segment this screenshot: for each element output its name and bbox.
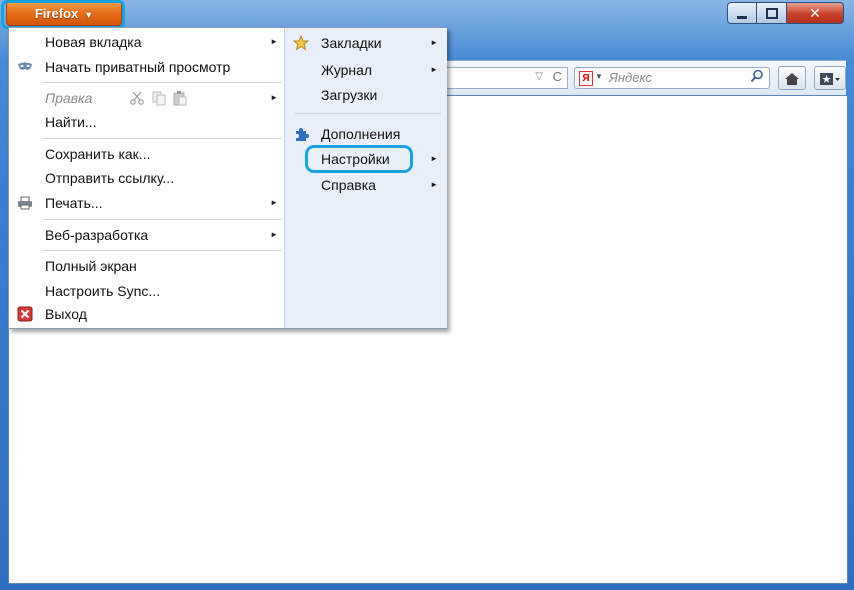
search-bar[interactable]: Я ▼ Яндекс <box>574 67 770 89</box>
menu-item-addons[interactable]: Дополнения <box>285 123 447 145</box>
menu-item-history[interactable]: Журнал ► <box>285 59 447 81</box>
menu-separator <box>43 219 282 220</box>
private-browsing-mask-icon <box>17 59 33 75</box>
menu-item-bookmarks[interactable]: Закладки ► <box>285 32 447 54</box>
menu-item-new-tab[interactable]: Новая вкладка ► <box>9 31 284 53</box>
submenu-arrow-icon: ► <box>270 37 278 46</box>
submenu-arrow-icon: ► <box>430 180 438 189</box>
menu-item-label: Новая вкладка <box>45 34 142 50</box>
menu-item-label: Отправить ссылку... <box>45 170 175 186</box>
window-controls: ✕ <box>727 2 847 24</box>
menu-item-full-screen[interactable]: Полный экран <box>9 255 284 277</box>
firefox-button-highlight-annotation <box>1 0 125 29</box>
menu-item-exit[interactable]: Выход <box>9 303 284 325</box>
exit-icon <box>17 306 33 322</box>
menu-item-label: Настроить Sync... <box>45 283 161 299</box>
menu-item-label: Справка <box>321 177 376 193</box>
close-icon: ✕ <box>809 5 821 21</box>
menu-item-print[interactable]: Печать... ► <box>9 192 284 214</box>
menu-item-label: Дополнения <box>321 126 401 142</box>
menu-item-private-browsing[interactable]: Начать приватный просмотр <box>9 56 284 78</box>
submenu-arrow-icon: ► <box>270 230 278 239</box>
search-placeholder: Яндекс <box>609 70 652 85</box>
menu-item-label: Сохранить как... <box>45 146 151 162</box>
home-button[interactable] <box>778 66 806 90</box>
menu-item-downloads[interactable]: Загрузки <box>285 84 447 106</box>
submenu-arrow-icon: ► <box>430 38 438 47</box>
menu-item-web-developer[interactable]: Веб-разработка ► <box>9 224 284 246</box>
menu-separator <box>43 250 282 251</box>
menu-item-edit[interactable]: Правка ► <box>9 87 284 109</box>
menu-item-setup-sync[interactable]: Настроить Sync... <box>9 280 284 302</box>
submenu-arrow-icon: ► <box>430 65 438 74</box>
app-menu-right-column: Закладки ► Журнал ► Загрузки Дополнения … <box>284 28 447 328</box>
close-button[interactable]: ✕ <box>786 2 844 24</box>
menu-item-label: Журнал <box>321 62 373 78</box>
bookmarks-button[interactable] <box>814 66 846 90</box>
submenu-arrow-icon: ► <box>430 154 438 163</box>
home-icon <box>784 70 800 86</box>
menu-item-send-link[interactable]: Отправить ссылку... <box>9 167 284 189</box>
menu-separator <box>43 82 282 83</box>
url-dropdown-icon[interactable]: ▽ <box>535 71 543 82</box>
menu-item-label: Печать... <box>45 195 103 211</box>
firefox-app-menu: Новая вкладка ► Начать приватный просмот… <box>8 27 447 329</box>
star-icon <box>292 34 310 51</box>
settings-highlight-annotation <box>305 145 413 173</box>
submenu-arrow-icon: ► <box>270 198 278 207</box>
printer-icon <box>17 195 33 211</box>
paste-icon <box>172 90 188 112</box>
cut-icon <box>129 90 145 112</box>
copy-icon <box>151 90 167 112</box>
menu-item-save-as[interactable]: Сохранить как... <box>9 143 284 165</box>
menu-item-label: Загрузки <box>321 87 378 103</box>
search-magnifier-icon[interactable] <box>750 69 764 86</box>
menu-item-label: Закладки <box>321 35 382 51</box>
submenu-arrow-icon: ► <box>270 93 278 102</box>
menu-item-find[interactable]: Найти... <box>9 111 284 133</box>
url-bar[interactable]: ▽ C <box>438 67 568 89</box>
menu-item-help[interactable]: Справка ► <box>285 174 447 196</box>
menu-item-label: Правка <box>45 90 93 106</box>
search-engine-dropdown-icon[interactable]: ▼ <box>595 72 603 81</box>
menu-item-label: Найти... <box>45 114 97 130</box>
reload-icon[interactable]: C <box>553 69 562 84</box>
menu-separator <box>295 113 441 114</box>
minimize-button[interactable] <box>727 2 757 24</box>
puzzle-piece-icon <box>293 126 309 142</box>
maximize-button[interactable] <box>756 2 787 24</box>
yandex-logo-icon[interactable]: Я <box>579 71 593 86</box>
menu-item-label: Веб-разработка <box>45 227 149 243</box>
app-menu-left-column: Новая вкладка ► Начать приватный просмот… <box>9 28 284 328</box>
menu-item-label: Выход <box>45 306 87 322</box>
menu-item-label: Начать приватный просмотр <box>45 59 231 75</box>
menu-item-label: Полный экран <box>45 258 137 274</box>
bookmarks-star-icon <box>819 70 841 86</box>
menu-separator <box>43 138 282 139</box>
